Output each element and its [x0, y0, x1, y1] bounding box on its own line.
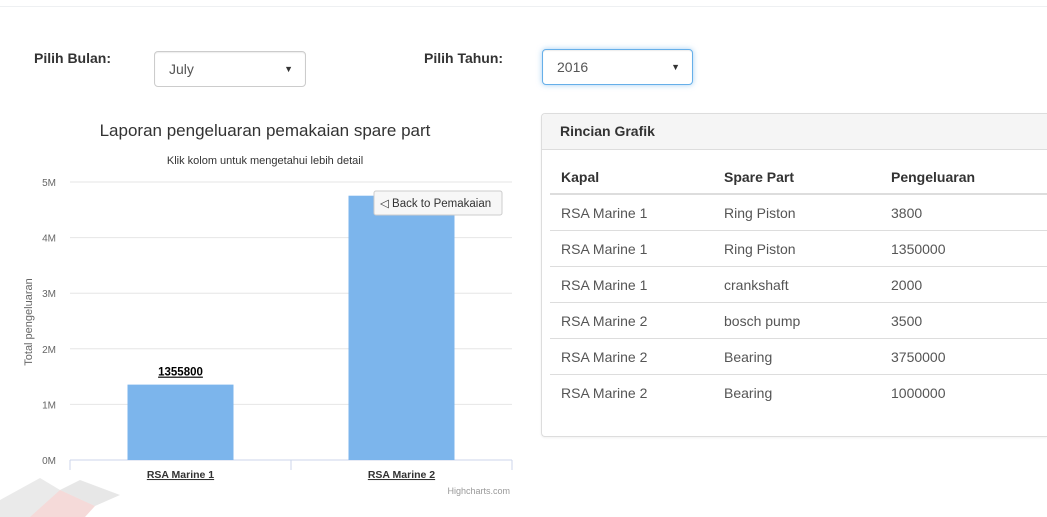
table-row: RSA Marine 1 Ring Piston 3800: [550, 194, 1047, 231]
chart-subtitle: Klik kolom untuk mengetahui lebih detail: [167, 155, 363, 167]
x-category-label[interactable]: RSA Marine 2: [368, 469, 435, 481]
highcharts-credits-link[interactable]: Highcharts.com: [447, 486, 510, 496]
cell-kapal: RSA Marine 2: [550, 302, 713, 339]
y-tick-label: 4M: [42, 234, 56, 245]
bar-data-label: 1355800: [158, 367, 203, 379]
back-to-pemakaian-button[interactable]: ◁ Back to Pemakaian: [373, 190, 503, 216]
cell-pengeluaran: 3800: [891, 204, 923, 221]
cell-kapal: RSA Marine 1: [561, 204, 648, 221]
cell-pengeluaran: 3750000: [880, 338, 1047, 375]
expense-bar-chart: Laporan pengeluaran pemakaian spare part…: [23, 121, 513, 496]
bar-rsa-marine-2[interactable]: [348, 195, 455, 461]
header-pengeluaran: Pengeluaran: [880, 160, 1047, 195]
details-table: Kapal Spare Part Pengeluaran RSA Marine …: [550, 160, 1047, 410]
cell-kapal: RSA Marine 1: [550, 230, 713, 267]
y-tick-label: 3M: [42, 289, 56, 300]
cell-spare-part: bosch pump: [713, 302, 880, 339]
cell-spare-part: Ring Piston: [713, 230, 880, 267]
table-row: RSA Marine 1 crankshaft 2000: [550, 266, 1047, 303]
x-category-label[interactable]: RSA Marine 1: [147, 469, 214, 481]
table-row: RSA Marine 2 Bearing 3750000: [550, 338, 1047, 375]
month-select-value: July: [169, 61, 194, 77]
watermark-logo-icon: [0, 478, 120, 517]
y-tick-label: 5M: [42, 178, 56, 189]
cell-pengeluaran: 1000000: [880, 374, 1047, 410]
cell-kapal: RSA Marine 2: [550, 374, 713, 410]
bar-rsa-marine-1[interactable]: [127, 384, 234, 460]
y-tick-label: 1M: [42, 400, 56, 411]
cell-spare-part: crankshaft: [713, 266, 880, 303]
top-divider: [0, 6, 1047, 7]
cell-kapal: RSA Marine 2: [550, 338, 713, 375]
table-row: RSA Marine 2 Bearing 1000000: [550, 374, 1047, 410]
cell-spare-part: Bearing: [713, 338, 880, 375]
year-select[interactable]: 2016 ▼: [542, 49, 693, 85]
month-select[interactable]: July ▼: [154, 51, 306, 87]
year-select-value: 2016: [557, 59, 589, 75]
y-tick-label: 2M: [42, 345, 56, 356]
header-spare-part: Spare Part: [713, 160, 880, 195]
table-row: RSA Marine 1 Ring Piston 1350000: [550, 230, 1047, 267]
caret-down-icon: ▼: [671, 62, 680, 72]
year-label: Pilih Tahun:: [424, 50, 504, 66]
chart-title: Laporan pengeluaran pemakaian spare part: [100, 121, 431, 140]
month-label: Pilih Bulan:: [34, 50, 111, 66]
table-header-row: Kapal Spare Part Pengeluaran: [550, 160, 1047, 195]
y-tick-label: 0M: [42, 456, 56, 467]
rincian-grafik-panel: Rincian Grafik Kapal Spare Part Pengelua…: [541, 113, 1047, 437]
y-axis-title: Total pengeluaran: [23, 278, 35, 365]
cell-pengeluaran: 3500: [880, 302, 1047, 339]
header-kapal: Kapal: [550, 160, 713, 195]
panel-title: Rincian Grafik: [542, 114, 1047, 150]
caret-down-icon: ▼: [284, 64, 293, 74]
cell-pengeluaran: 1350000: [880, 230, 1047, 267]
cell-kapal: RSA Marine 1: [550, 266, 713, 303]
back-button-label: ◁ Back to Pemakaian: [380, 198, 491, 210]
table-row: RSA Marine 2 bosch pump 3500: [550, 302, 1047, 339]
cell-spare-part: Bearing: [713, 374, 880, 410]
cell-pengeluaran: 2000: [880, 266, 1047, 303]
cell-spare-part: Ring Piston: [724, 204, 796, 221]
